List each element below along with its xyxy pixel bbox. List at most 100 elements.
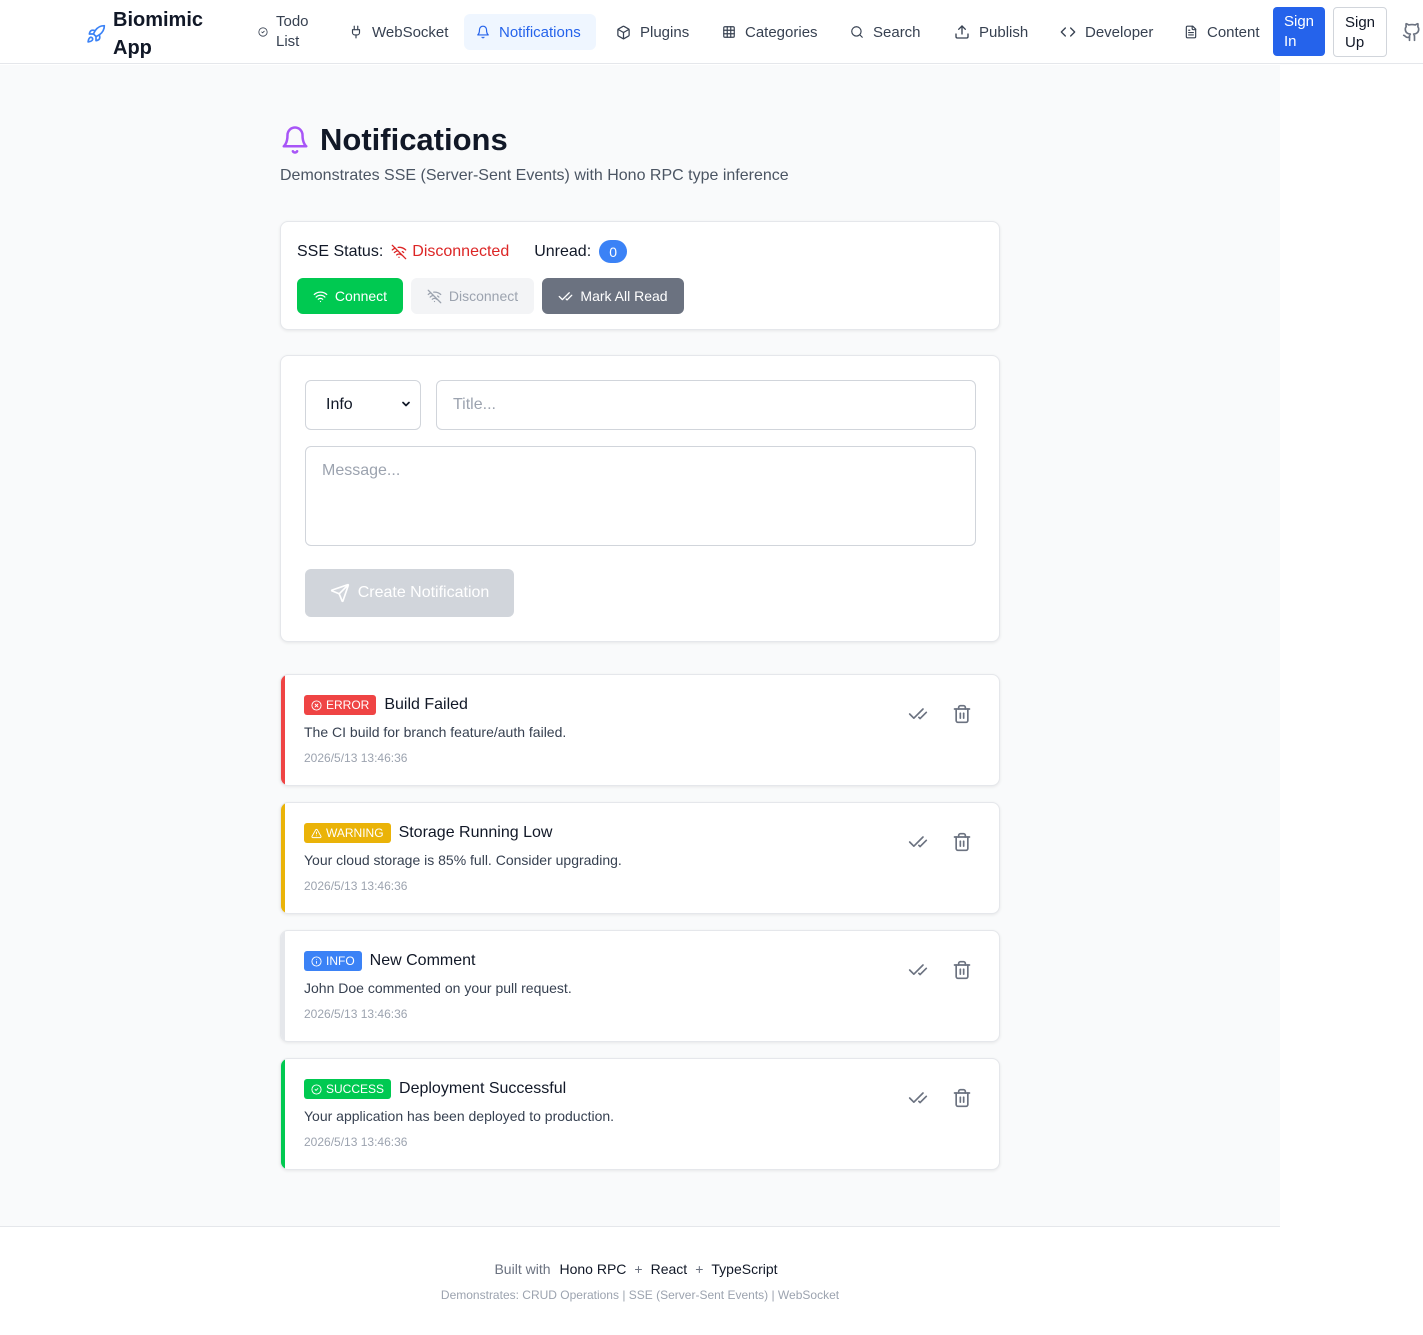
type-badge-success: SUCCESS (304, 1079, 392, 1099)
notification-title: Storage Running Low (398, 824, 553, 841)
nav-notifications[interactable]: Notifications (464, 14, 596, 50)
delete-button[interactable] (950, 830, 974, 854)
search-icon (851, 26, 863, 38)
type-select[interactable]: Info (305, 380, 421, 430)
notification-title: Deployment Successful (399, 1080, 567, 1097)
notification-time: 2026/5/13 13:46:36 (304, 879, 408, 893)
notification-message: Your application has been deployed to pr… (304, 1108, 615, 1124)
create-notification-label: Create Notification (357, 584, 490, 601)
type-badge-label: INFO (326, 954, 355, 968)
chevron-down-icon (402, 401, 410, 407)
nav-plugins[interactable]: Plugins (604, 14, 701, 50)
mark-read-button[interactable] (906, 702, 930, 726)
nav-developer-label: Developer (1085, 23, 1154, 41)
page-title-text: Notifications (320, 122, 508, 157)
nav-categories[interactable]: Categories (710, 14, 830, 50)
notification-title: New Comment (369, 952, 476, 969)
code-icon (1060, 27, 1076, 37)
notification-card: WARNING Storage Running Low Your cloud s… (280, 802, 1000, 914)
notification-title: Build Failed (384, 696, 468, 713)
create-notification-form: Info Title... Message... Create Notifica… (280, 355, 1000, 642)
type-badge-error: ERROR (304, 695, 377, 715)
type-badge-warning: WARNING (304, 823, 391, 843)
check-check-icon (559, 291, 573, 301)
notification-message: John Doe commented on your pull request. (304, 980, 572, 996)
plus-sign: + (695, 1261, 704, 1277)
nav-search-label: Search (873, 23, 921, 41)
delete-button[interactable] (950, 1086, 974, 1110)
disconnect-button[interactable]: Disconnect (411, 278, 534, 314)
type-badge-label: WARNING (326, 826, 384, 840)
wifi-off-icon (427, 289, 442, 303)
check-circle-icon (311, 1083, 322, 1095)
nav-notifications-label: Notifications (499, 23, 581, 41)
delete-button[interactable] (950, 958, 974, 982)
nav-publish-label: Publish (979, 23, 1029, 41)
type-badge-label: ERROR (326, 698, 370, 712)
upload-icon (955, 25, 969, 39)
alert-triangle-icon (311, 828, 322, 838)
connect-button[interactable]: Connect (297, 278, 403, 314)
tech-react: React (650, 1261, 688, 1277)
nav-todo-list[interactable]: Todo List (246, 10, 328, 54)
sse-status-value: Disconnected (391, 243, 509, 261)
create-notification-button[interactable]: Create Notification (305, 569, 514, 617)
sse-status-card: SSE Status: Disconnected Unread: 0 Conne… (280, 221, 1000, 330)
plus-sign: + (634, 1261, 643, 1277)
sign-up-button[interactable]: Sign Up (1333, 7, 1387, 57)
check-check-icon (908, 836, 928, 848)
notification-time: 2026/5/13 13:46:36 (304, 1007, 408, 1021)
mark-all-read-button[interactable]: Mark All Read (542, 278, 684, 314)
github-icon[interactable] (1402, 22, 1422, 42)
notification-card: ERROR Build Failed The CI build for bran… (280, 674, 1000, 786)
footer: Built with Hono RPC + React + TypeScript… (0, 1226, 1280, 1335)
nav-plugins-label: Plugins (640, 23, 690, 41)
info-icon (311, 955, 322, 967)
sign-in-button[interactable]: Sign In (1273, 7, 1325, 56)
brand[interactable]: Biomimic App (86, 6, 223, 62)
nav-websocket[interactable]: WebSocket (337, 14, 460, 50)
title-input[interactable]: Title... (436, 380, 976, 430)
x-circle-icon (311, 699, 322, 711)
check-circle-icon (258, 27, 268, 37)
notification-message: The CI build for branch feature/auth fai… (304, 724, 567, 740)
accent-bar (281, 1059, 285, 1169)
plug-icon (351, 25, 361, 39)
nav-content[interactable]: Content (1172, 14, 1272, 50)
nav-search[interactable]: Search (838, 14, 933, 50)
disconnect-label: Disconnect (448, 288, 519, 304)
check-check-icon (908, 1092, 928, 1104)
mark-read-button[interactable] (906, 958, 930, 982)
sse-status-text: Disconnected (412, 242, 510, 260)
bell-icon (282, 126, 308, 154)
notification-card: SUCCESS Deployment Successful Your appli… (280, 1058, 1000, 1170)
rocket-icon (86, 24, 106, 44)
mark-read-button[interactable] (906, 830, 930, 854)
tech-typescript: TypeScript (711, 1261, 778, 1277)
connect-label: Connect (334, 288, 388, 304)
accent-bar (281, 803, 285, 913)
footer-demonstrates: Demonstrates: CRUD Operations | SSE (Ser… (440, 1288, 840, 1302)
delete-button[interactable] (950, 702, 974, 726)
nav-todo-label: Todo List (276, 13, 309, 50)
nav-publish[interactable]: Publish (942, 14, 1040, 50)
sse-status-label: SSE Status: (297, 242, 384, 260)
package-icon (617, 25, 630, 39)
notification-time: 2026/5/13 13:46:36 (304, 1135, 408, 1149)
message-textarea[interactable]: Message... (305, 446, 976, 546)
nav-developer[interactable]: Developer (1048, 14, 1165, 50)
app-name: Biomimic App (113, 9, 204, 59)
notification-card: INFO New Comment John Doe commented on y… (280, 930, 1000, 1042)
type-badge-label: SUCCESS (326, 1082, 385, 1096)
trash-icon (953, 1088, 971, 1108)
unread-count-badge: 0 (599, 240, 628, 263)
mark-read-button[interactable] (906, 1086, 930, 1110)
footer-built-with: Built with Hono RPC + React + TypeScript (0, 1261, 1280, 1277)
top-nav-bar: Biomimic App Todo List WebSocket Notific… (0, 0, 1423, 64)
nav-content-label: Content (1207, 23, 1260, 41)
send-icon (330, 583, 349, 603)
main-content: Notifications Demonstrates SSE (Server-S… (0, 65, 1280, 1226)
accent-bar (281, 931, 285, 1041)
built-with-label: Built with (494, 1261, 551, 1277)
wifi-off-icon (391, 244, 407, 259)
